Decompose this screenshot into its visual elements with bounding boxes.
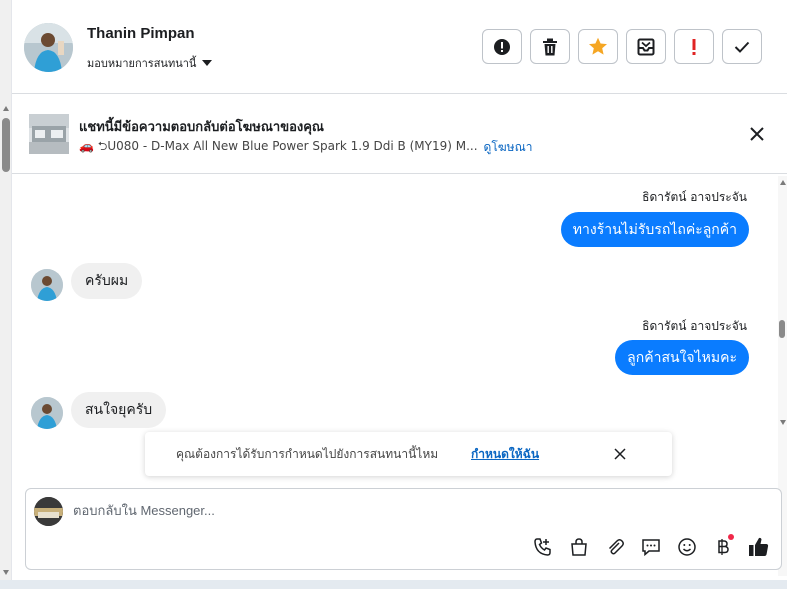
scroll-up-arrow-icon[interactable] (780, 180, 786, 185)
chevron-down-icon (202, 60, 213, 66)
ad-name: 🚗 ⮌U080 - D-Max All New Blue Power Spark… (79, 139, 478, 153)
emoji-button[interactable] (676, 536, 698, 558)
paperclip-icon (608, 539, 624, 555)
scroll-down-arrow-icon[interactable] (780, 420, 786, 425)
chat-bubble-icon (642, 539, 660, 557)
header-actions (482, 29, 762, 64)
mark-spam-button[interactable] (674, 29, 714, 64)
contact-name: Thanin Pimpan (87, 25, 195, 42)
baht-icon (718, 539, 729, 555)
report-button[interactable] (482, 29, 522, 64)
alert-circle-icon (494, 38, 510, 55)
outgoing-message[interactable]: ทางร้านไม่รับรถไถค่ะลูกค้า (560, 212, 749, 247)
like-button[interactable] (748, 536, 770, 558)
delete-button[interactable] (530, 29, 570, 64)
view-ad-link[interactable]: ดูโฆษณา (484, 138, 533, 157)
close-icon[interactable] (613, 447, 627, 461)
scroll-thumb[interactable] (2, 118, 10, 172)
contact-avatar[interactable] (24, 23, 73, 72)
conversation-header: Thanin Pimpan มอบหมายการสนทนานี้ (12, 0, 787, 94)
mark-done-button[interactable] (722, 29, 762, 64)
scroll-up-arrow-icon[interactable] (3, 106, 9, 111)
assign-prompt: คุณต้องการได้รับการกำหนดไปยังการสนทนานี้… (145, 432, 672, 476)
assign-conversation-dropdown[interactable]: มอบหมายการสนทนานี้ (87, 54, 213, 72)
phone-plus-icon (534, 538, 551, 556)
smiley-icon (678, 538, 696, 556)
notification-dot (728, 534, 734, 540)
assign-to-me-link[interactable]: กำหนดให้ฉัน (471, 445, 539, 464)
message-composer (25, 488, 782, 570)
reply-input[interactable] (73, 503, 733, 518)
left-scrollbar[interactable] (0, 0, 12, 589)
shopping-bag-icon (571, 538, 587, 556)
check-icon (734, 41, 750, 53)
outgoing-message[interactable]: ลูกค้าสนใจไหมคะ (615, 340, 749, 375)
call-button[interactable] (532, 536, 554, 558)
assign-label: มอบหมายการสนทนานี้ (87, 57, 197, 70)
star-icon (589, 37, 607, 55)
star-button[interactable] (578, 29, 618, 64)
scroll-down-arrow-icon[interactable] (3, 570, 9, 575)
archive-button[interactable] (626, 29, 666, 64)
shop-button[interactable] (568, 536, 590, 558)
contact-avatar-small (31, 269, 63, 301)
assign-prompt-text: คุณต้องการได้รับการกำหนดไปยังการสนทนานี้… (176, 447, 439, 461)
page-avatar (34, 497, 63, 526)
exclamation-icon (692, 38, 696, 55)
contact-avatar-small (31, 397, 63, 429)
sender-name: ธิดารัตน์ อาจประจัน (642, 319, 747, 333)
attach-button[interactable] (604, 536, 626, 558)
incoming-message[interactable]: สนใจยุครับ (71, 392, 167, 428)
saved-replies-button[interactable] (640, 536, 662, 558)
composer-tools (532, 534, 770, 558)
ad-reply-banner: แชทนี้มีข้อความตอบกลับต่อโฆษณาของคุณ 🚗 ⮌… (12, 95, 787, 174)
incoming-message[interactable]: ครับผม (71, 263, 143, 299)
inbox-icon (637, 38, 655, 55)
scroll-thumb[interactable] (779, 320, 785, 338)
trash-icon (543, 38, 557, 55)
banner-subtitle: 🚗 ⮌U080 - D-Max All New Blue Power Spark… (79, 137, 532, 158)
sender-name: ธิดารัตน์ อาจประจัน (642, 190, 747, 204)
ad-thumbnail[interactable] (29, 114, 69, 154)
close-icon[interactable] (748, 125, 766, 143)
window-bottom-edge (0, 580, 787, 589)
thumbs-up-icon (749, 537, 769, 556)
banner-title: แชทนี้มีข้อความตอบกลับต่อโฆษณาของคุณ (79, 120, 324, 135)
payment-button[interactable] (712, 534, 734, 558)
